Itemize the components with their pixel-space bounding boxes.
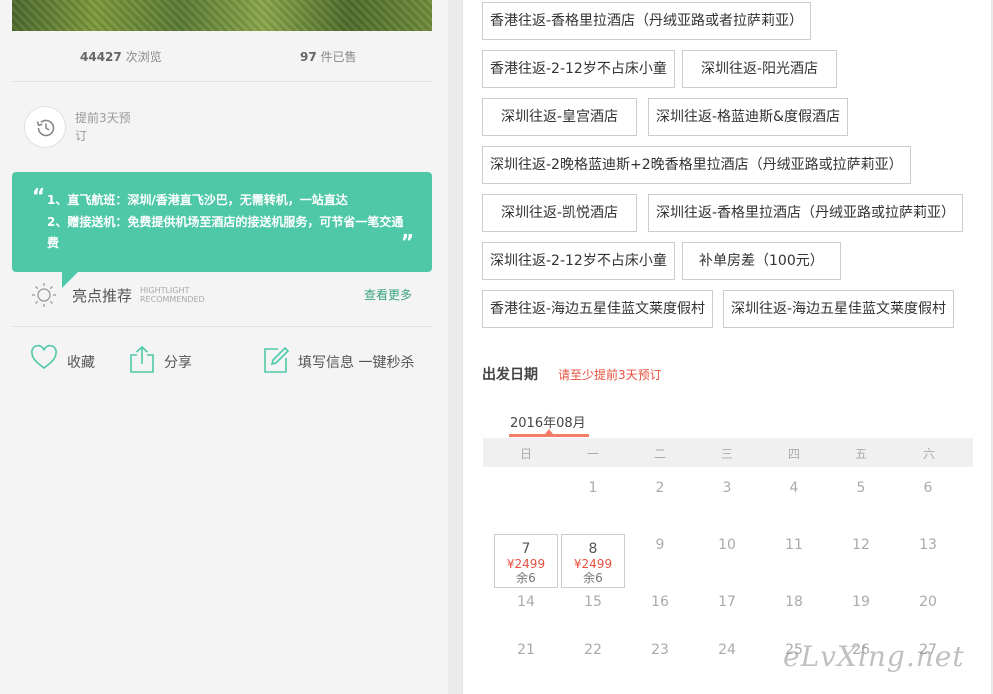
stats-row: 44427 次浏览 97 件已售 <box>12 48 432 68</box>
highlight-title: 亮点推荐 <box>72 287 133 305</box>
calendar-day: 1 <box>588 480 598 496</box>
calendar-day: 12 <box>852 537 870 553</box>
departure-date-note: 请至少提前3天预订 <box>558 368 662 382</box>
views-stat: 44427 次浏览 <box>80 48 162 65</box>
sun-icon <box>32 283 56 307</box>
share-icon <box>130 345 154 373</box>
highlight-header: 亮点推荐 HIGHTLIGHT RECOMMENDED 查看更多 <box>30 282 420 308</box>
package-option[interactable]: 深圳往返-格蓝迪斯&度假酒店 <box>648 98 848 136</box>
weekday-label: 六 <box>922 447 935 461</box>
calendar-day: 15 <box>584 594 602 610</box>
close-quote-icon: ” <box>400 230 414 254</box>
calendar-day: 5 <box>856 480 866 496</box>
package-option[interactable]: 深圳往返-2-12岁不占床小童 <box>482 242 675 280</box>
package-option[interactable]: 深圳往返-阳光酒店 <box>682 50 838 88</box>
calendar-day: 6 <box>923 480 933 496</box>
highlight-line-2: 2、赠接送机：免费提供机场至酒店的接送机服务，可节省一笔交通费 <box>47 215 404 250</box>
package-option[interactable]: 深圳往返-2晚格蓝迪斯+2晚香格里拉酒店（丹绒亚路或拉萨莉亚） <box>482 146 911 184</box>
calendar-day: 3 <box>722 480 732 496</box>
package-option[interactable]: 深圳往返-香格里拉酒店（丹绒亚路或拉萨莉亚） <box>648 194 964 232</box>
sold-stat: 97 件已售 <box>300 48 357 65</box>
weekday-label: 五 <box>854 447 867 461</box>
package-option[interactable]: 香港往返-2-12岁不占床小童 <box>482 50 675 88</box>
views-count: 44427 <box>80 50 122 64</box>
day-price: ¥2499 <box>506 557 546 571</box>
highlight-subtitle-2: RECOMMENDED <box>140 295 205 304</box>
heart-icon <box>31 344 57 370</box>
share-label: 分享 <box>164 355 192 371</box>
package-option[interactable]: 深圳往返-海边五星佳蓝文莱度假村 <box>723 290 955 328</box>
weekday-label: 四 <box>787 447 800 461</box>
calendar-day: 24 <box>718 642 736 658</box>
day-remaining: 余6 <box>516 571 536 585</box>
fill-info-label: 填写信息 一键秒杀 <box>298 355 415 371</box>
favorite-label: 收藏 <box>67 355 95 371</box>
calendar-day: 17 <box>718 594 736 610</box>
calendar-day-available[interactable]: 7 ¥2499 余6 <box>494 534 558 588</box>
package-option[interactable]: 深圳往返-皇宫酒店 <box>482 98 638 136</box>
day-number: 8 <box>588 541 598 557</box>
month-tab-indicator <box>509 429 589 437</box>
product-summary-panel: 44427 次浏览 97 件已售 提前3天预订 “ 1、直飞航班：深圳/香港直飞… <box>0 0 448 694</box>
divider <box>12 81 432 82</box>
calendar-weekday-header: 日 一 二 三 四 五 六 <box>483 438 973 467</box>
weekday-label: 二 <box>653 447 666 461</box>
view-more-link[interactable]: 查看更多 <box>364 286 412 303</box>
calendar-day: 22 <box>584 642 602 658</box>
calendar-day: 16 <box>651 594 669 610</box>
package-option[interactable]: 深圳往返-凯悦酒店 <box>482 194 638 232</box>
calendar-day: 4 <box>789 480 799 496</box>
calendar-day: 10 <box>718 537 736 553</box>
open-quote-icon: “ <box>32 184 46 208</box>
package-option[interactable]: 补单房差（100元） <box>682 242 841 280</box>
calendar-day: 13 <box>919 537 937 553</box>
sold-label: 件已售 <box>320 50 357 64</box>
site-watermark: eLvXing.net <box>783 640 965 673</box>
booking-panel: 香港往返-香格里拉酒店（丹绒亚路或者拉萨莉亚） 香港往返-2-12岁不占床小童 … <box>462 0 992 694</box>
highlight-subtitle: HIGHTLIGHT RECOMMENDED <box>140 286 205 304</box>
history-clock-icon <box>24 106 66 148</box>
calendar-day-available[interactable]: 8 ¥2499 余6 <box>561 534 625 588</box>
calendar-day: 20 <box>919 594 937 610</box>
calendar-day: 18 <box>785 594 803 610</box>
views-label: 次浏览 <box>125 50 162 64</box>
calendar-day: 21 <box>517 642 535 658</box>
day-price: ¥2499 <box>573 557 613 571</box>
weekday-label: 三 <box>720 447 733 461</box>
sold-count: 97 <box>300 50 317 64</box>
action-bar: 收藏 分享 填写信息 一键秒杀 <box>30 344 430 376</box>
highlight-line-1: 1、直飞航班：深圳/香港直飞沙巴，无需转机，一站直达 <box>47 193 348 207</box>
calendar-day: 14 <box>517 594 535 610</box>
departure-date-title: 出发日期 <box>482 367 538 383</box>
calendar-day: 9 <box>655 537 665 553</box>
calendar-day: 19 <box>852 594 870 610</box>
weekday-label: 一 <box>586 447 599 461</box>
edit-icon <box>264 346 290 373</box>
highlights-bubble: “ 1、直飞航班：深圳/香港直飞沙巴，无需转机，一站直达 2、赠接送机：免费提供… <box>12 172 432 288</box>
day-number: 7 <box>521 541 531 557</box>
product-photo-strip <box>12 0 432 31</box>
calendar-day: 2 <box>655 480 665 496</box>
divider <box>12 326 432 327</box>
calendar-day: 11 <box>785 537 803 553</box>
package-option[interactable]: 香港往返-海边五星佳蓝文莱度假村 <box>482 290 714 328</box>
package-option[interactable]: 香港往返-香格里拉酒店（丹绒亚路或者拉萨莉亚） <box>482 2 812 40</box>
advance-booking-text: 提前3天预订 <box>75 111 131 143</box>
weekday-label: 日 <box>519 447 532 461</box>
calendar-day: 23 <box>651 642 669 658</box>
highlight-subtitle-1: HIGHTLIGHT <box>140 286 190 295</box>
day-remaining: 余6 <box>583 571 603 585</box>
